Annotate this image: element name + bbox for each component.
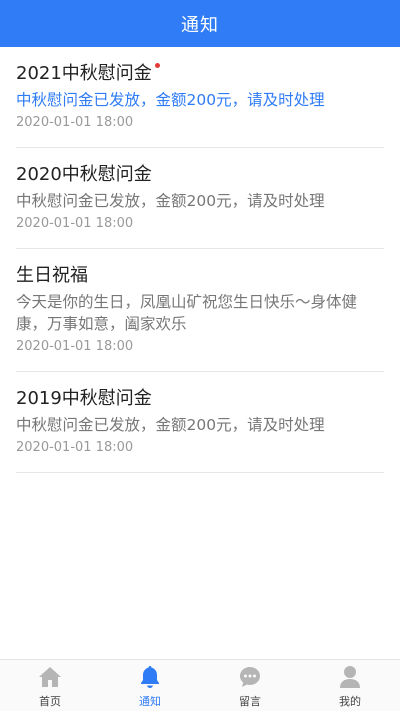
notification-item[interactable]: 2019中秋慰问金 中秋慰问金已发放，金额200元，请及时处理 2020-01-… <box>16 372 384 473</box>
notification-title: 2019中秋慰问金 <box>16 386 152 412</box>
home-icon <box>37 664 63 690</box>
notification-title-text: 生日祝福 <box>16 265 88 286</box>
notification-title-text: 2021中秋慰问金 <box>16 63 152 84</box>
notification-title: 生日祝福 <box>16 263 88 289</box>
tab-label: 我的 <box>339 695 361 708</box>
notification-body: 中秋慰问金已发放，金额200元，请及时处理 <box>16 192 325 210</box>
notification-title-text: 2020中秋慰问金 <box>16 164 152 185</box>
notification-time: 2020-01-01 18:00 <box>16 440 134 455</box>
tab-label: 通知 <box>139 695 161 708</box>
notification-body: 中秋慰问金已发放，金额200元，请及时处理 <box>16 416 325 434</box>
tab-profile[interactable]: 我的 <box>300 660 400 711</box>
notification-body: 中秋慰问金已发放，金额200元，请及时处理 <box>16 91 325 109</box>
notification-title: 2020中秋慰问金 <box>16 162 152 188</box>
notification-title-text: 2019中秋慰问金 <box>16 388 152 409</box>
notification-title: 2021中秋慰问金 <box>16 61 160 87</box>
tab-messages[interactable]: 留言 <box>200 660 300 711</box>
tab-notifications[interactable]: 通知 <box>100 660 200 711</box>
tab-label: 留言 <box>239 695 261 708</box>
notification-time: 2020-01-01 18:00 <box>16 216 134 231</box>
bell-icon <box>137 664 163 690</box>
page-title: 通知 <box>181 14 219 36</box>
tab-label: 首页 <box>39 695 61 708</box>
notification-time: 2020-01-01 18:00 <box>16 339 134 354</box>
tab-home[interactable]: 首页 <box>0 660 100 711</box>
notification-item[interactable]: 2021中秋慰问金 中秋慰问金已发放，金额200元，请及时处理 2020-01-… <box>16 47 384 148</box>
user-icon <box>337 664 363 690</box>
notification-list: 2021中秋慰问金 中秋慰问金已发放，金额200元，请及时处理 2020-01-… <box>0 47 400 473</box>
bottom-tab-bar: 首页 通知 留言 我的 <box>0 659 400 711</box>
notification-time: 2020-01-01 18:00 <box>16 115 134 130</box>
notification-body: 今天是你的生日，凤凰山矿祝您生日快乐～身体健康，万事如意，阖家欢乐 <box>16 293 358 333</box>
app-header: 通知 <box>0 0 400 47</box>
message-icon <box>237 664 263 690</box>
notification-item[interactable]: 生日祝福 今天是你的生日，凤凰山矿祝您生日快乐～身体健康，万事如意，阖家欢乐 2… <box>16 249 384 372</box>
notification-item[interactable]: 2020中秋慰问金 中秋慰问金已发放，金额200元，请及时处理 2020-01-… <box>16 148 384 249</box>
unread-dot <box>154 63 160 68</box>
